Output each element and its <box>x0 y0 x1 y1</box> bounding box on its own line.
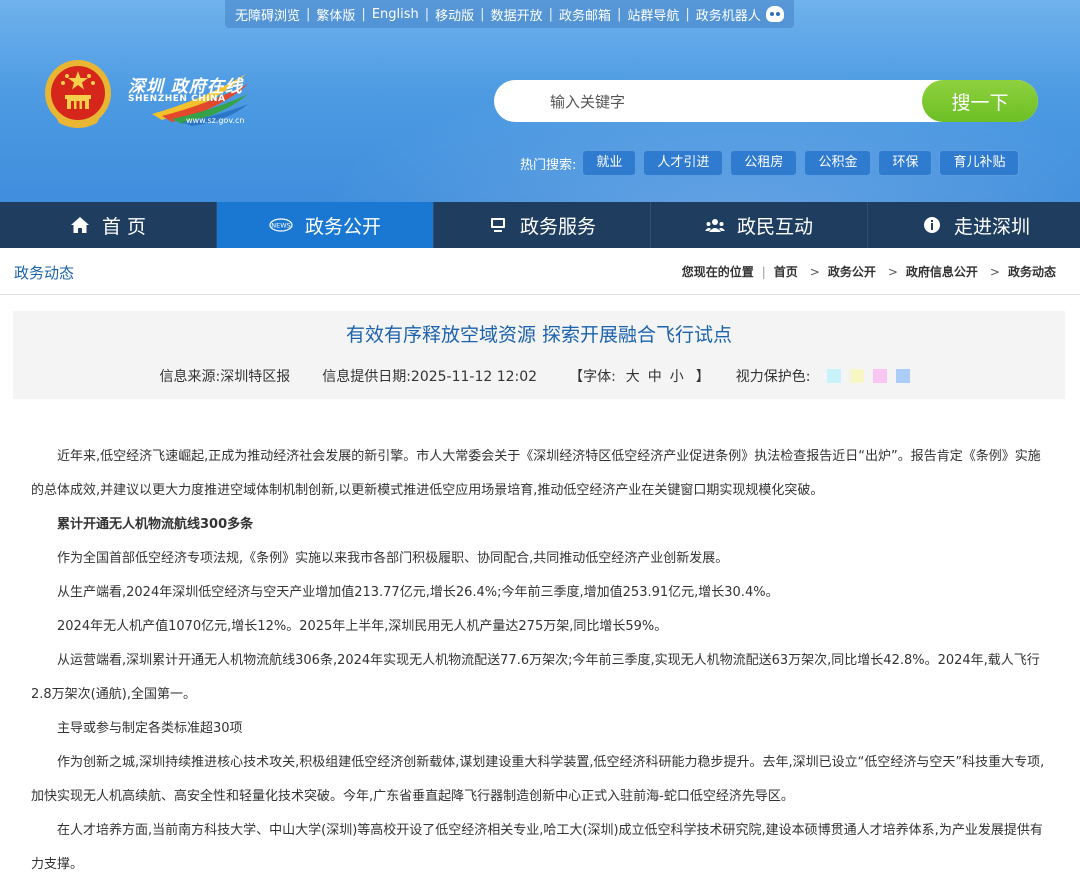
section-title: 政务动态 <box>14 264 75 282</box>
home-icon <box>70 217 89 233</box>
nav-about-shenzhen[interactable]: 走进深圳 <box>868 202 1080 248</box>
breadcrumb-current[interactable]: 政务动态 <box>1008 263 1056 280</box>
hot-tag-talent[interactable]: 人才引进 <box>643 150 724 176</box>
article-source: 信息来源:深圳特区报 <box>159 369 291 385</box>
eye-color-pink[interactable] <box>872 369 887 383</box>
people-icon <box>704 219 725 232</box>
eye-care-label: 视力保护色: <box>735 369 811 385</box>
article-header: 有效有序释放空域资源 探索开展融合飞行试点 信息来源:深圳特区报 信息提供日期:… <box>13 311 1065 399</box>
eye-color-yellow[interactable] <box>849 369 864 383</box>
breadcrumb-row: 政务动态 您现在的位置 | 首页 > 政务公开 > 政府信息公开 > 政务动态 <box>0 248 1080 295</box>
top-link-site-nav[interactable]: 站群导航 <box>627 5 679 24</box>
breadcrumb-info-disclosure[interactable]: 政府信息公开 <box>906 263 978 280</box>
eye-color-cyan[interactable] <box>826 369 841 383</box>
nav-interaction-label: 政民互动 <box>736 215 813 238</box>
article-date: 信息提供日期:2025-11-12 12:02 <box>322 369 538 385</box>
top-link-english[interactable]: English <box>372 7 419 22</box>
robot-icon[interactable] <box>765 6 784 22</box>
info-bubble-icon <box>923 217 940 233</box>
article-title: 有效有序释放空域资源 探索开展融合飞行试点 <box>345 324 733 346</box>
article-paragraph: 从生产端看,2024年深圳低空经济与空天产业增加值213.77亿元,增长26.4… <box>57 585 779 600</box>
article-paragraph: 近年来,低空经济飞速崛起,正成为推动经济社会发展的新引擎。市人大常委会关于《深圳… <box>31 449 1041 498</box>
hot-search-label: 热门搜索: <box>520 157 577 173</box>
breadcrumb: 您现在的位置 | 首页 > 政务公开 > 政府信息公开 > 政务动态 <box>681 263 1056 280</box>
eye-color-blue[interactable] <box>895 369 910 383</box>
hot-tag-housing-fund[interactable]: 公积金 <box>804 150 872 176</box>
font-size-close: 】 <box>695 369 710 385</box>
nav-gov-affairs-label: 政务公开 <box>304 215 381 238</box>
nav-interaction[interactable]: 政民互动 <box>651 202 868 248</box>
top-link-robot[interactable]: 政务机器人 <box>696 5 761 24</box>
nav-about-shenzhen-label: 走进深圳 <box>953 215 1030 238</box>
font-size-label: 【字体: <box>569 369 616 385</box>
hot-tag-public-housing[interactable]: 公租房 <box>730 150 798 176</box>
article-paragraph: 作为全国首部低空经济专项法规,《条例》实施以来我市各部门积极履职、协同配合,共同… <box>57 551 729 566</box>
font-size-large[interactable]: 大 <box>626 366 640 386</box>
article-paragraph: 从运营端看,深圳累计开通无人机物流航线306条,2024年实现无人机物流配送77… <box>31 653 1040 702</box>
main-nav: 首 页 NEWS 政务公开 政务服务 政民互动 走进深圳 <box>0 202 1080 248</box>
article-subheading: 累计开通无人机物流航线300多条 <box>57 517 254 532</box>
article-body: 近年来,低空经济飞速崛起,正成为推动经济社会发展的新引擎。市人大常委会关于《深圳… <box>31 440 1051 882</box>
breadcrumb-gov-affairs[interactable]: 政务公开 <box>828 263 876 280</box>
svg-text:NEWS: NEWS <box>271 222 291 230</box>
nav-gov-services[interactable]: 政务服务 <box>434 202 651 248</box>
font-size-medium[interactable]: 中 <box>648 366 662 386</box>
top-links-bar: 无障碍浏览 | 繁体版 | English | 移动版 | 数据开放 | 政务邮箱 | 站群… <box>225 0 794 28</box>
hot-tag-employment[interactable]: 就业 <box>582 150 637 176</box>
top-link-accessibility[interactable]: 无障碍浏览 <box>235 5 300 24</box>
hot-tag-childcare[interactable]: 育儿补贴 <box>939 150 1020 176</box>
news-icon: NEWS <box>269 218 293 232</box>
national-emblem-icon <box>45 60 111 128</box>
top-link-mail[interactable]: 政务邮箱 <box>559 5 611 24</box>
top-link-open-data[interactable]: 数据开放 <box>491 5 543 24</box>
article-paragraph: 在人才培养方面,当前南方科技大学、中山大学(深圳)等高校开设了低空经济相关专业,… <box>31 823 1043 872</box>
nav-home-label: 首 页 <box>101 215 147 238</box>
top-link-mobile[interactable]: 移动版 <box>435 5 474 24</box>
nav-home[interactable]: 首 页 <box>0 202 217 248</box>
breadcrumb-home[interactable]: 首页 <box>774 263 798 280</box>
hot-search: 热门搜索: 就业 人才引进 公租房 公积金 环保 育儿补贴 <box>520 150 1026 176</box>
header-banner: 无障碍浏览 | 繁体版 | English | 移动版 | 数据开放 | 政务邮箱 | 站群… <box>0 0 1080 202</box>
monitor-icon <box>490 218 505 232</box>
article-paragraph: 主导或参与制定各类标准超30项 <box>57 721 243 736</box>
article-meta: 信息来源:深圳特区报 信息提供日期:2025-11-12 12:02 【字体: … <box>13 366 1065 386</box>
nav-gov-affairs[interactable]: NEWS 政务公开 <box>217 202 434 248</box>
nav-gov-services-label: 政务服务 <box>519 215 596 238</box>
search-button[interactable]: 搜一下 <box>922 80 1038 122</box>
site-logo[interactable]: 深圳 政府在线 SHENZHEN CHINA www.sz.gov.cn <box>122 70 252 130</box>
search-input[interactable] <box>548 80 912 124</box>
breadcrumb-prefix: 您现在的位置 <box>681 265 754 279</box>
font-size-small[interactable]: 小 <box>670 366 684 386</box>
article-paragraph: 2024年无人机产值1070亿元,增长12%。2025年上半年,深圳民用无人机产… <box>57 619 668 634</box>
article-paragraph: 作为创新之城,深圳持续推进核心技术攻关,积极组建低空经济创新载体,谋划建设重大科… <box>31 755 1045 804</box>
hot-tag-environment[interactable]: 环保 <box>878 150 933 176</box>
search-box: 搜一下 <box>494 80 1038 124</box>
top-link-traditional[interactable]: 繁体版 <box>316 5 355 24</box>
